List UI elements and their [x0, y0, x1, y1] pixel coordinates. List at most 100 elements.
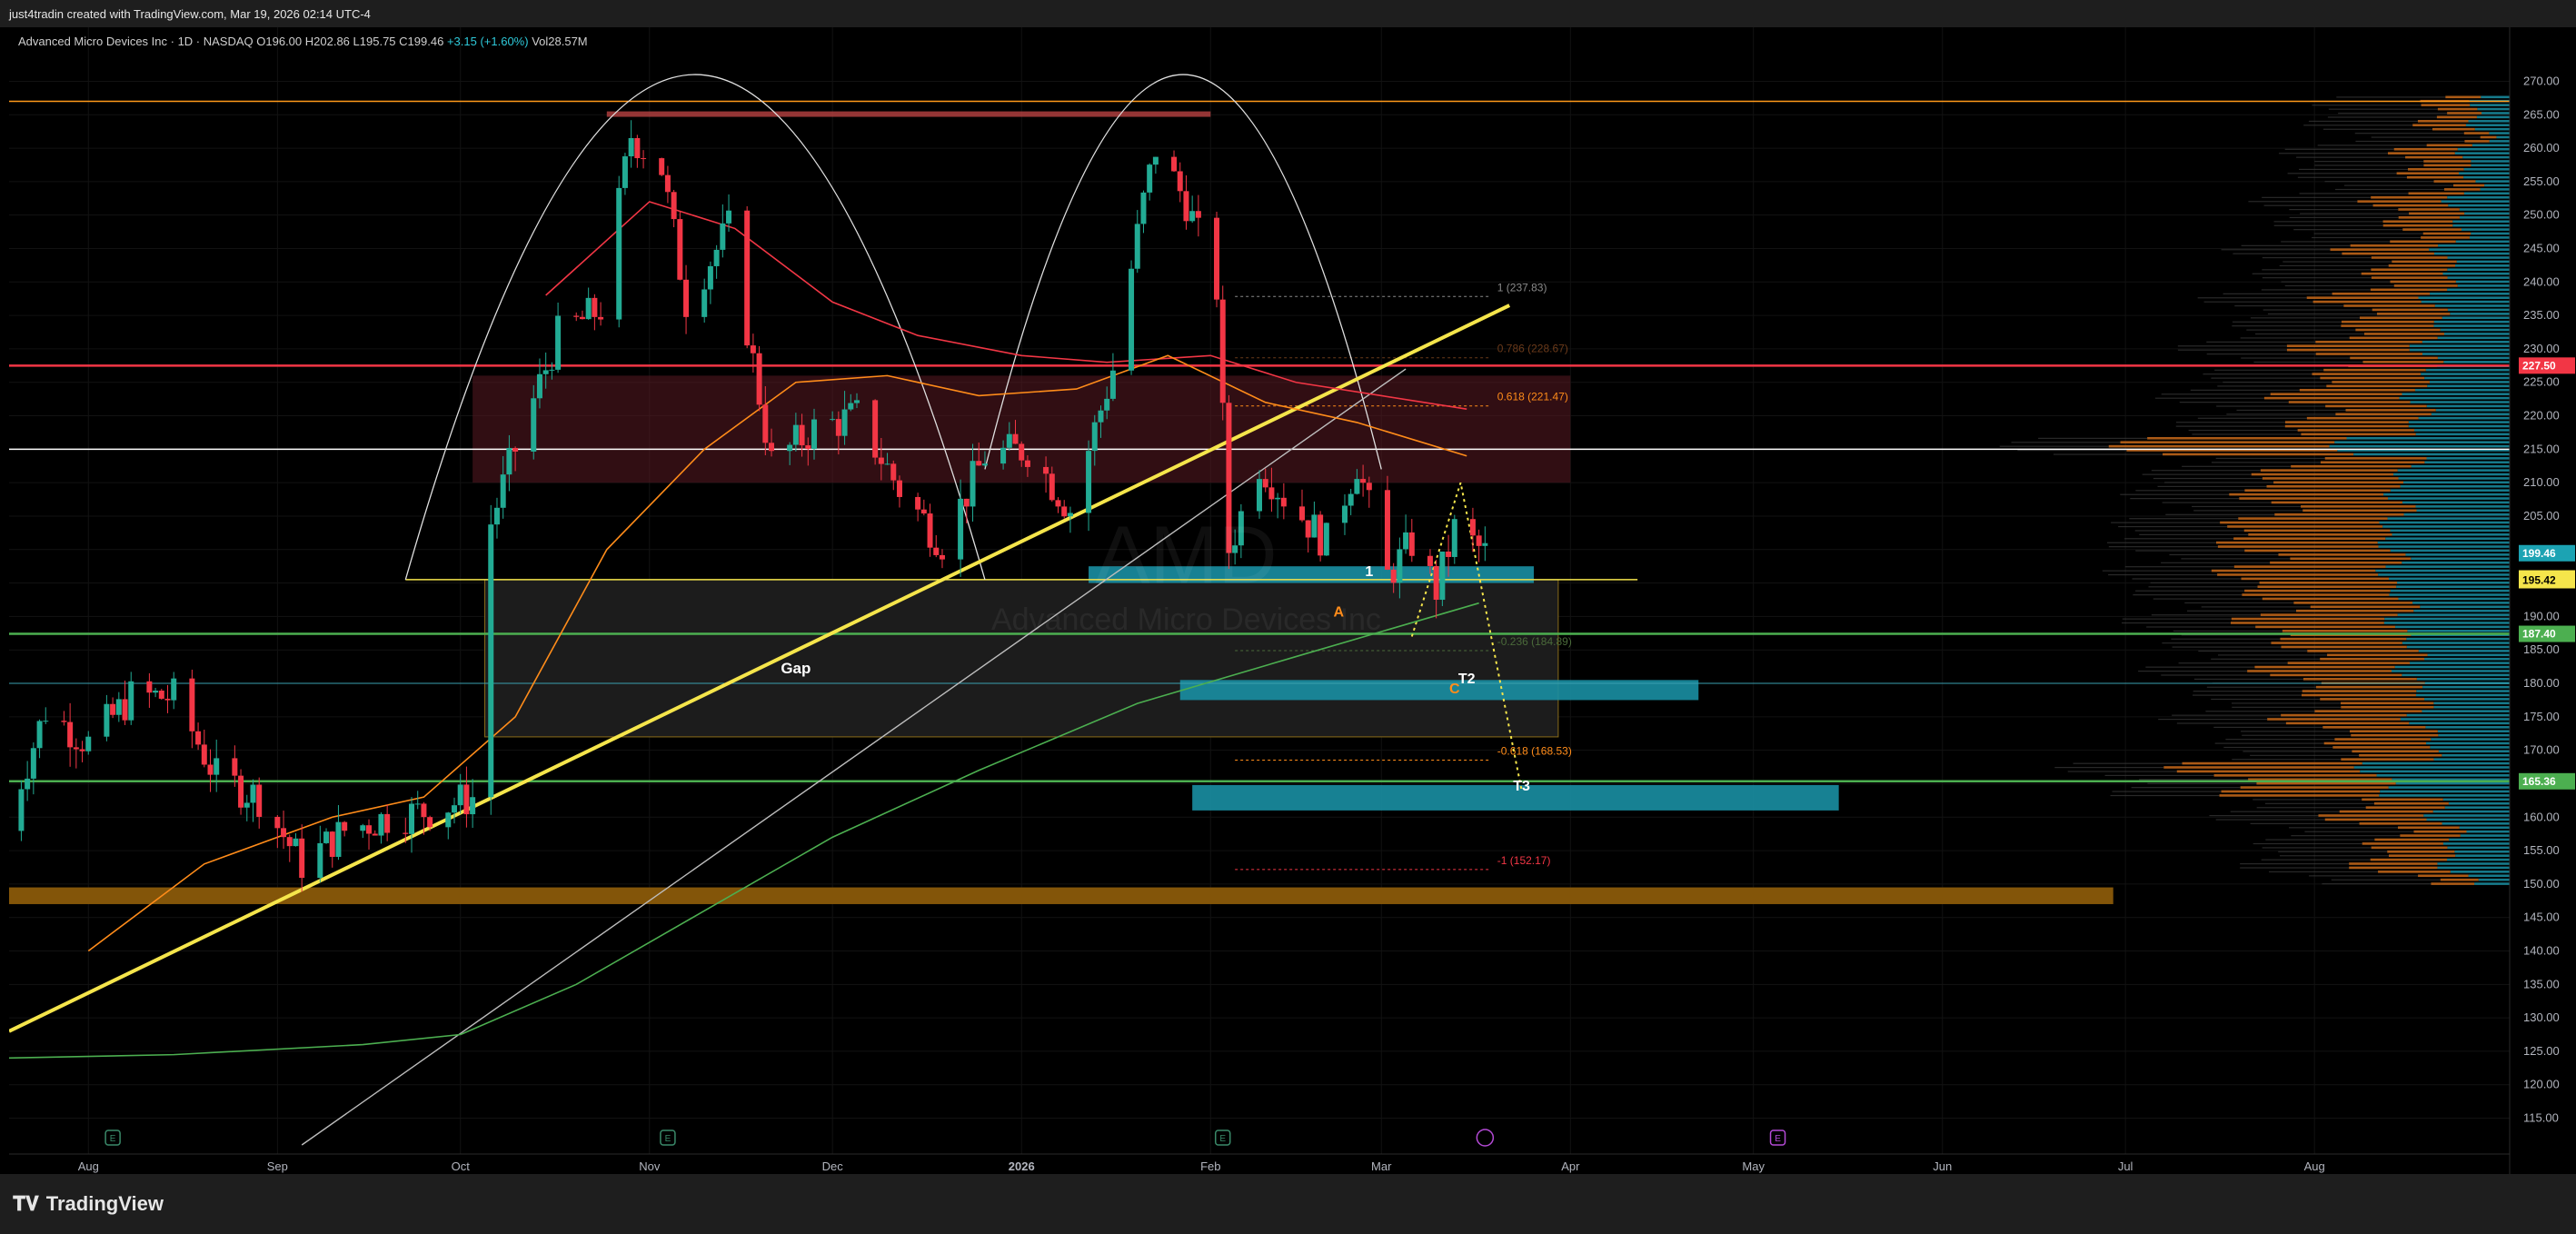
candle-body — [1451, 519, 1457, 557]
volume-profile-bar-orange — [2352, 750, 2439, 753]
volume-profile-bar-orange — [2281, 645, 2407, 649]
volume-profile-bar-orange — [2239, 497, 2389, 500]
candle-body — [799, 424, 805, 446]
volume-profile-bar-faint — [2289, 216, 2399, 219]
volume-profile-bar-cyan — [2398, 597, 2510, 601]
volume-profile-bar-faint — [2324, 181, 2434, 183]
volume-profile-bar-faint — [2164, 482, 2274, 483]
volume-profile-bar-cyan — [2442, 272, 2510, 275]
volume-profile-bar-faint — [2314, 164, 2424, 166]
volume-profile-bar-orange — [2320, 376, 2425, 380]
volume-profile-bar-orange — [2322, 726, 2426, 729]
volume-profile-bar-faint — [2211, 658, 2321, 660]
volume-profile-bar-orange — [2374, 838, 2450, 841]
volume-profile-bar-faint — [2209, 814, 2319, 817]
volume-profile-bar-cyan — [2471, 164, 2510, 167]
candle-body — [1091, 422, 1098, 452]
volume-profile-bar-cyan — [2403, 513, 2510, 516]
volume-profile-bar-cyan — [2389, 577, 2510, 581]
volume-profile-bar-cyan — [2466, 830, 2510, 833]
volume-profile-bar-cyan — [2438, 750, 2510, 753]
candle-body — [1482, 542, 1488, 546]
price-chart-svg[interactable]: 1 (237.83) 0.786 (228.67) 0.618 (221.47) -0… — [9, 27, 2519, 1174]
volume-profile-bar-faint — [2262, 257, 2372, 259]
candle-body — [378, 813, 384, 836]
volume-profile-bar-faint — [2211, 698, 2321, 701]
candle-body — [110, 703, 116, 715]
volume-profile-bar-faint — [2293, 229, 2403, 231]
volume-profile-bar-cyan — [2431, 413, 2510, 416]
candle-body — [787, 444, 793, 452]
chart-area[interactable]: 1 (237.83) 0.786 (228.67) 0.618 (221.47) -0… — [9, 27, 2519, 1174]
volume-profile-bar-cyan — [2384, 617, 2510, 621]
volume-profile-bar-orange — [2286, 348, 2410, 352]
support-zone — [9, 887, 2114, 904]
tradingview-logo[interactable]: 𝐓𝐕 TradingView — [13, 1192, 164, 1216]
y-axis-label: 190.00 — [2523, 609, 2560, 622]
volume-profile-bar-cyan — [2465, 124, 2510, 127]
volume-profile-bar-orange — [2293, 602, 2413, 604]
volume-profile-bar-faint — [2371, 136, 2481, 138]
candle-body — [1140, 192, 1147, 224]
volume-profile-bar-orange — [2342, 252, 2434, 255]
volume-profile-bar-cyan — [2418, 650, 2510, 652]
volume-profile-bar-orange — [2365, 806, 2445, 809]
y-axis-label: 220.00 — [2523, 409, 2560, 423]
volume-profile-bar-cyan — [2421, 373, 2510, 375]
volume-profile-bar-cyan — [2442, 753, 2510, 757]
volume-profile-bar-cyan — [2409, 344, 2510, 347]
volume-profile-bar-faint — [2240, 337, 2350, 339]
volume-profile-bar-orange — [2182, 761, 2362, 765]
candle-body — [1403, 532, 1409, 550]
candle-body — [244, 802, 250, 808]
volume-profile-bar-faint — [2253, 799, 2362, 801]
volume-profile-bar-orange — [2407, 168, 2464, 171]
volume-profile-bar-orange — [2400, 834, 2461, 837]
volume-profile-bar-cyan — [2394, 665, 2510, 669]
candle-body — [641, 158, 647, 160]
candle-body — [189, 678, 195, 731]
volume-profile-bar-faint — [2232, 321, 2342, 323]
volume-profile-bar-cyan — [2375, 569, 2510, 572]
volume-profile-bar-orange — [2310, 605, 2421, 609]
candle-body — [207, 764, 214, 775]
volume-profile-bar-orange — [2327, 653, 2428, 657]
volume-profile-bar-orange — [2291, 464, 2412, 468]
candle-body — [878, 457, 884, 464]
legend-close: C199.46 — [399, 35, 444, 48]
volume-profile-bar-orange — [2318, 814, 2424, 817]
volume-profile-bar-faint — [2303, 124, 2413, 126]
candle-body — [201, 744, 207, 765]
volume-profile-bar-faint — [2182, 465, 2292, 467]
volume-profile-bar-orange — [2330, 248, 2430, 251]
volume-profile-bar-faint — [2132, 578, 2242, 580]
volume-profile-bar-faint — [2230, 811, 2340, 812]
candle-body — [1024, 460, 1030, 467]
volume-profile-bar-orange — [2431, 882, 2475, 885]
candle-body — [890, 463, 897, 481]
volume-profile-bar-orange — [2359, 316, 2442, 320]
volume-profile-bar-orange — [2244, 489, 2391, 492]
volume-profile-bar-orange — [2390, 240, 2456, 244]
candle-body — [445, 812, 452, 828]
volume-profile-bar-orange — [2332, 746, 2431, 749]
volume-profile-bar-cyan — [2437, 866, 2510, 870]
volume-profile-bar-orange — [2453, 184, 2485, 187]
volume-profile-bar-cyan — [2396, 585, 2510, 589]
volume-profile-bar-orange — [2390, 280, 2456, 284]
volume-profile-bar-cyan — [2424, 461, 2510, 464]
price-scale-svg[interactable]: 270.00 265.00 260.00 255.00 250.00 245.00 240.… — [2519, 27, 2576, 1174]
volume-profile-bar-orange — [2229, 493, 2384, 496]
volume-profile-bar-faint — [2273, 224, 2383, 226]
volume-profile-bar-cyan — [2390, 589, 2510, 592]
symbol-legend: Advanced Micro Devices Inc · 1D · NASDAQ… — [18, 35, 588, 48]
volume-profile-bar-cyan — [2409, 721, 2510, 725]
volume-profile-bar-cyan — [2400, 484, 2510, 488]
volume-profile-bar-cyan — [2463, 192, 2510, 195]
volume-profile-bar-cyan — [2454, 850, 2510, 853]
volume-profile-bar-cyan — [2378, 573, 2510, 576]
volume-profile-bar-orange — [2211, 569, 2376, 572]
x-axis-label: Aug — [2304, 1159, 2325, 1173]
volume-profile-bar-faint — [2142, 473, 2252, 475]
candle-body — [1006, 433, 1012, 448]
